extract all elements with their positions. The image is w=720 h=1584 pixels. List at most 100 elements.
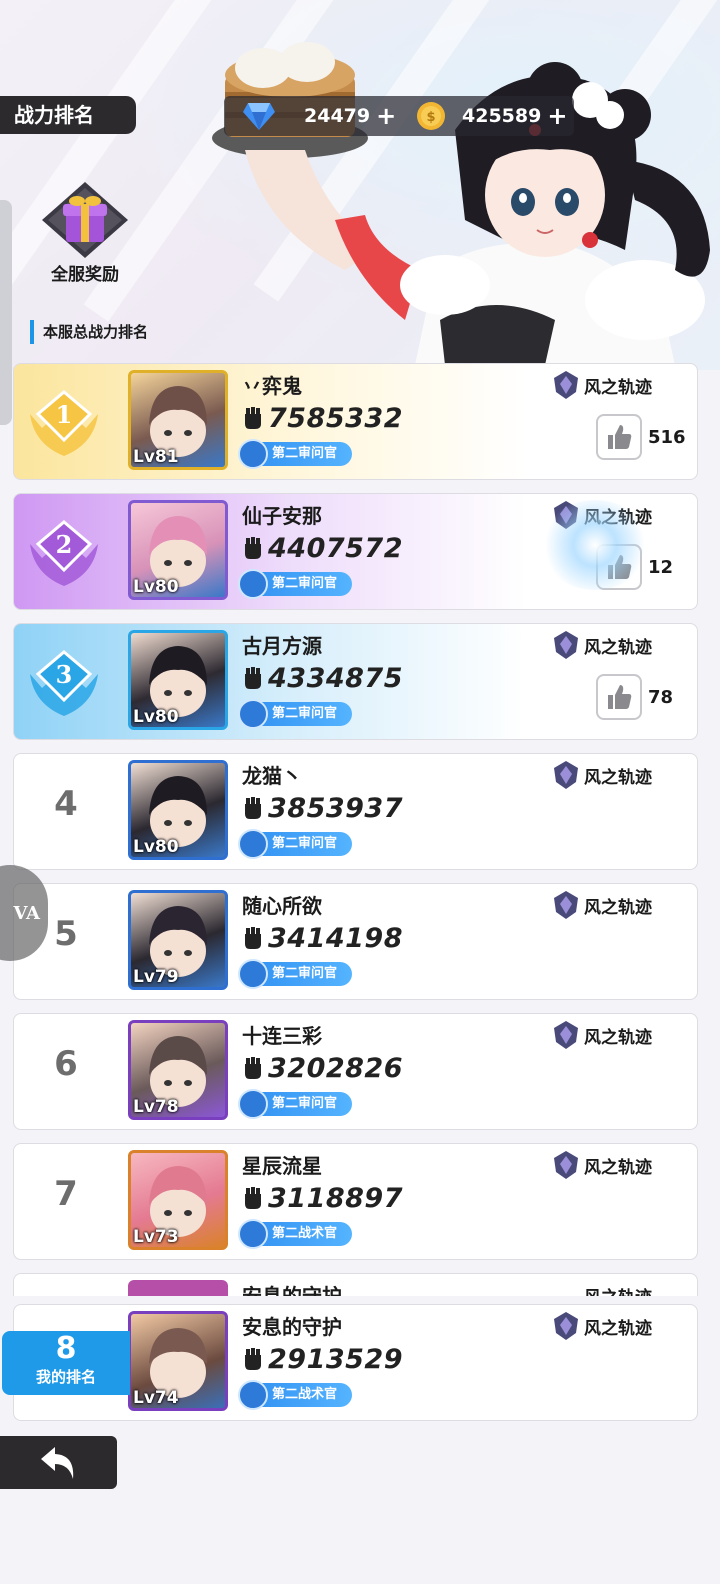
level-label: Lv81 — [133, 447, 179, 467]
guild-name: 风之轨迹 — [552, 1311, 652, 1341]
side-drawer-tab[interactable] — [0, 200, 12, 425]
floating-assistant-label: VA — [13, 902, 40, 924]
power-score: 2913529 — [242, 1343, 403, 1375]
avatar — [128, 1280, 228, 1296]
page-title: 战力排名 — [0, 96, 136, 134]
title-badge: 第二战术官 — [238, 1219, 352, 1249]
rank-number: 4 — [54, 784, 78, 824]
title-badge: 第二审问官 — [238, 569, 352, 599]
back-button[interactable] — [0, 1436, 117, 1489]
plus-icon: + — [376, 102, 397, 130]
like-button[interactable] — [596, 674, 642, 720]
power-score: 3853937 — [242, 792, 403, 824]
section-label: 本服总战力排名 — [30, 320, 148, 344]
ranking-row[interactable]: 5 Lv79 随心所欲 3414198 第二审问官 风之轨迹 — [13, 883, 698, 1000]
avatar: Lv74 — [128, 1311, 228, 1411]
title-label: 第二战术官 — [272, 1387, 338, 1402]
fist-icon — [245, 797, 261, 819]
guild-emblem-icon — [554, 1021, 578, 1049]
rank-number: 3 — [56, 660, 73, 689]
title-label: 第二审问官 — [272, 1096, 338, 1111]
thumbs-up-icon — [608, 685, 632, 709]
title-badge: 第二战术官 — [238, 1380, 352, 1410]
badge-emblem-icon — [238, 699, 268, 729]
list-item-partial: 安息的守护 风之轨迹 — [13, 1273, 698, 1296]
my-rank-badge: 8 我的排名 — [2, 1331, 130, 1395]
title-label: 第二审问官 — [272, 836, 338, 851]
power-score: 4334875 — [242, 662, 403, 694]
guild-name: 风之轨迹 — [552, 1150, 652, 1180]
guild-name: 风之轨迹 — [552, 760, 652, 790]
currency-bar: 24479 + $ 425589 + — [224, 96, 574, 136]
guild-label: 风之轨迹 — [584, 1283, 652, 1297]
guild-emblem-icon — [554, 1312, 578, 1340]
like-button[interactable] — [596, 414, 642, 460]
coin-add-button[interactable]: 425589 + — [462, 96, 567, 136]
avatar: Lv80 — [128, 500, 228, 600]
rank-medal-icon: 3 — [30, 650, 98, 716]
coin-amount: 425589 — [462, 105, 542, 127]
plus-icon: + — [547, 102, 568, 130]
coin-icon: $ — [417, 102, 445, 130]
badge-emblem-icon — [238, 569, 268, 599]
power-score: 7585332 — [242, 402, 403, 434]
guild-label: 风之轨迹 — [584, 637, 652, 658]
avatar: Lv73 — [128, 1150, 228, 1250]
power-score: 3414198 — [242, 922, 403, 954]
guild-name: 风之轨迹 — [552, 890, 652, 920]
power-value: 7585332 — [268, 402, 404, 434]
ranking-row[interactable]: 4 Lv80 龙猫丶 3853937 第二审问官 风之轨迹 — [13, 753, 698, 870]
like-count: 12 — [648, 556, 674, 578]
ranking-row[interactable]: 1 Lv81 丷弈鬼 7585332 第二审问官 风之轨迹 516 — [13, 363, 698, 480]
player-name: 古月方源 — [242, 634, 322, 658]
fist-icon — [245, 1348, 261, 1370]
my-rank-number: 8 — [55, 1331, 77, 1366]
my-rank-label: 我的排名 — [35, 1368, 96, 1386]
player-name: 随心所欲 — [242, 894, 322, 918]
rank-number: 1 — [56, 400, 73, 429]
server-reward-button[interactable]: 全服奖励 — [40, 180, 130, 285]
title-label: 第二审问官 — [272, 706, 338, 721]
diamond-add-button[interactable]: 24479 + — [304, 96, 396, 136]
power-value: 2913529 — [268, 1343, 404, 1375]
ranking-row[interactable]: 6 Lv78 十连三彩 3202826 第二审问官 风之轨迹 — [13, 1013, 698, 1130]
player-name: 安息的守护 — [242, 1315, 342, 1339]
level-label: Lv80 — [133, 707, 179, 727]
rank-medal-icon: 1 — [30, 390, 98, 456]
touch-glow-effect — [540, 500, 650, 590]
fist-icon — [245, 407, 261, 429]
player-name: 丷弈鬼 — [242, 374, 302, 398]
server-reward-label: 全服奖励 — [51, 265, 119, 285]
power-score: 3118897 — [242, 1182, 403, 1214]
level-label: Lv80 — [133, 577, 179, 597]
guild-label: 风之轨迹 — [584, 897, 652, 918]
badge-emblem-icon — [238, 439, 268, 469]
svg-text:$: $ — [426, 110, 435, 125]
player-name: 龙猫丶 — [242, 764, 302, 788]
player-name: 十连三彩 — [242, 1024, 322, 1048]
badge-emblem-icon — [238, 959, 268, 989]
title-badge: 第二审问官 — [238, 959, 352, 989]
fist-icon — [245, 667, 261, 689]
badge-emblem-icon — [238, 1089, 268, 1119]
power-value: 3853937 — [268, 792, 404, 824]
badge-emblem-icon — [238, 829, 268, 859]
avatar: Lv81 — [128, 370, 228, 470]
ranking-row[interactable]: 7 Lv73 星辰流星 3118897 第二战术官 风之轨迹 — [13, 1143, 698, 1260]
power-value: 4407572 — [268, 532, 404, 564]
hero-character-illustration — [212, 42, 710, 365]
guild-label: 风之轨迹 — [584, 1318, 652, 1339]
level-label: Lv79 — [133, 967, 179, 987]
rank-number: 6 — [54, 1044, 78, 1084]
like-control: 78 — [596, 674, 673, 720]
player-name: 星辰流星 — [242, 1154, 322, 1178]
power-score: 3202826 — [242, 1052, 403, 1084]
guild-name: 风之轨迹 — [552, 1280, 652, 1297]
ranking-row[interactable]: 3 Lv80 古月方源 4334875 第二审问官 风之轨迹 78 — [13, 623, 698, 740]
title-label: 第二审问官 — [272, 966, 338, 981]
level-label: Lv78 — [133, 1097, 179, 1117]
power-score: 4407572 — [242, 532, 403, 564]
badge-emblem-icon — [238, 1380, 268, 1410]
coin-currency: $ — [416, 96, 446, 136]
rank-medal-icon: 2 — [30, 520, 98, 586]
